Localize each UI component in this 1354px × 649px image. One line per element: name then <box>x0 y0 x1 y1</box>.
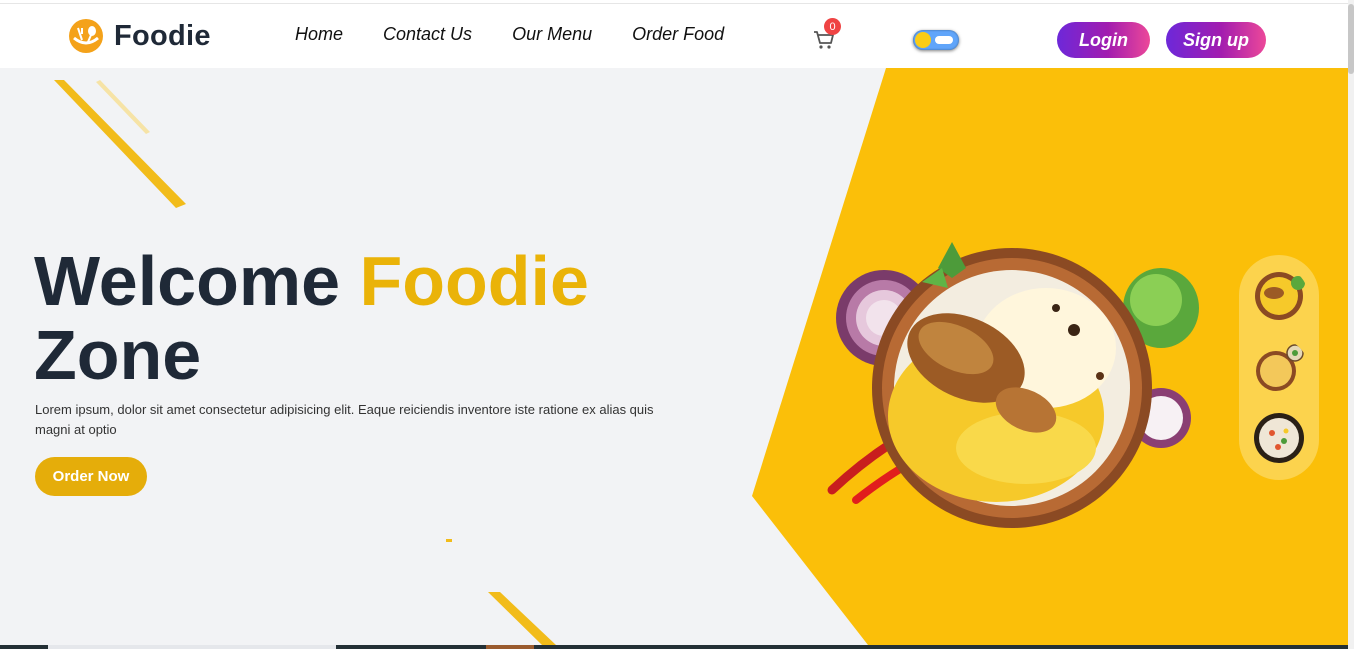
nav-home[interactable]: Home <box>295 24 343 45</box>
bottom-edge-segment <box>48 645 336 649</box>
page-scrollbar[interactable] <box>1348 0 1354 649</box>
sun-icon <box>915 32 931 48</box>
pulao-thumb-image[interactable] <box>1250 339 1308 397</box>
cart-button[interactable]: 0 <box>812 18 842 54</box>
hero-section: Welcome Foodie Zone Lorem ipsum, dolor s… <box>0 68 1348 645</box>
main-nav: Home Contact Us Our Menu Order Food <box>295 24 724 45</box>
hero-title: Welcome Foodie Zone <box>34 244 589 392</box>
brand-name: Foodie <box>114 19 211 52</box>
scrollbar-thumb[interactable] <box>1348 4 1354 74</box>
bottom-edge-segment <box>486 645 534 649</box>
hero-description: Lorem ipsum, dolor sit amet consectetur … <box>35 402 654 437</box>
cart-count-badge: 0 <box>824 18 841 35</box>
dish-thumbnail-rail <box>1239 255 1319 480</box>
nav-contact-us[interactable]: Contact Us <box>383 24 472 45</box>
brand[interactable]: Foodie <box>68 18 211 54</box>
order-now-button[interactable]: Order Now <box>35 457 147 496</box>
chicken-biryani-plate-image <box>827 242 1199 528</box>
hero-title-part1: Welcome <box>34 242 341 320</box>
fried-rice-thumb-image[interactable] <box>1250 409 1308 467</box>
fork-spoon-logo-icon <box>69 19 103 53</box>
nav-our-menu[interactable]: Our Menu <box>512 24 592 45</box>
biryani-thumb-image[interactable] <box>1250 267 1308 325</box>
hero-title-accent: Foodie <box>359 242 589 320</box>
nav-order-food[interactable]: Order Food <box>632 24 724 45</box>
cloud-icon <box>935 36 953 44</box>
bottom-edge <box>0 645 1348 649</box>
signup-button[interactable]: Sign up <box>1166 22 1266 58</box>
hero-title-part2: Zone <box>34 316 202 394</box>
login-button[interactable]: Login <box>1057 22 1150 58</box>
navbar: Foodie Home Contact Us Our Menu Order Fo… <box>0 4 1348 68</box>
theme-toggle[interactable] <box>913 30 959 50</box>
